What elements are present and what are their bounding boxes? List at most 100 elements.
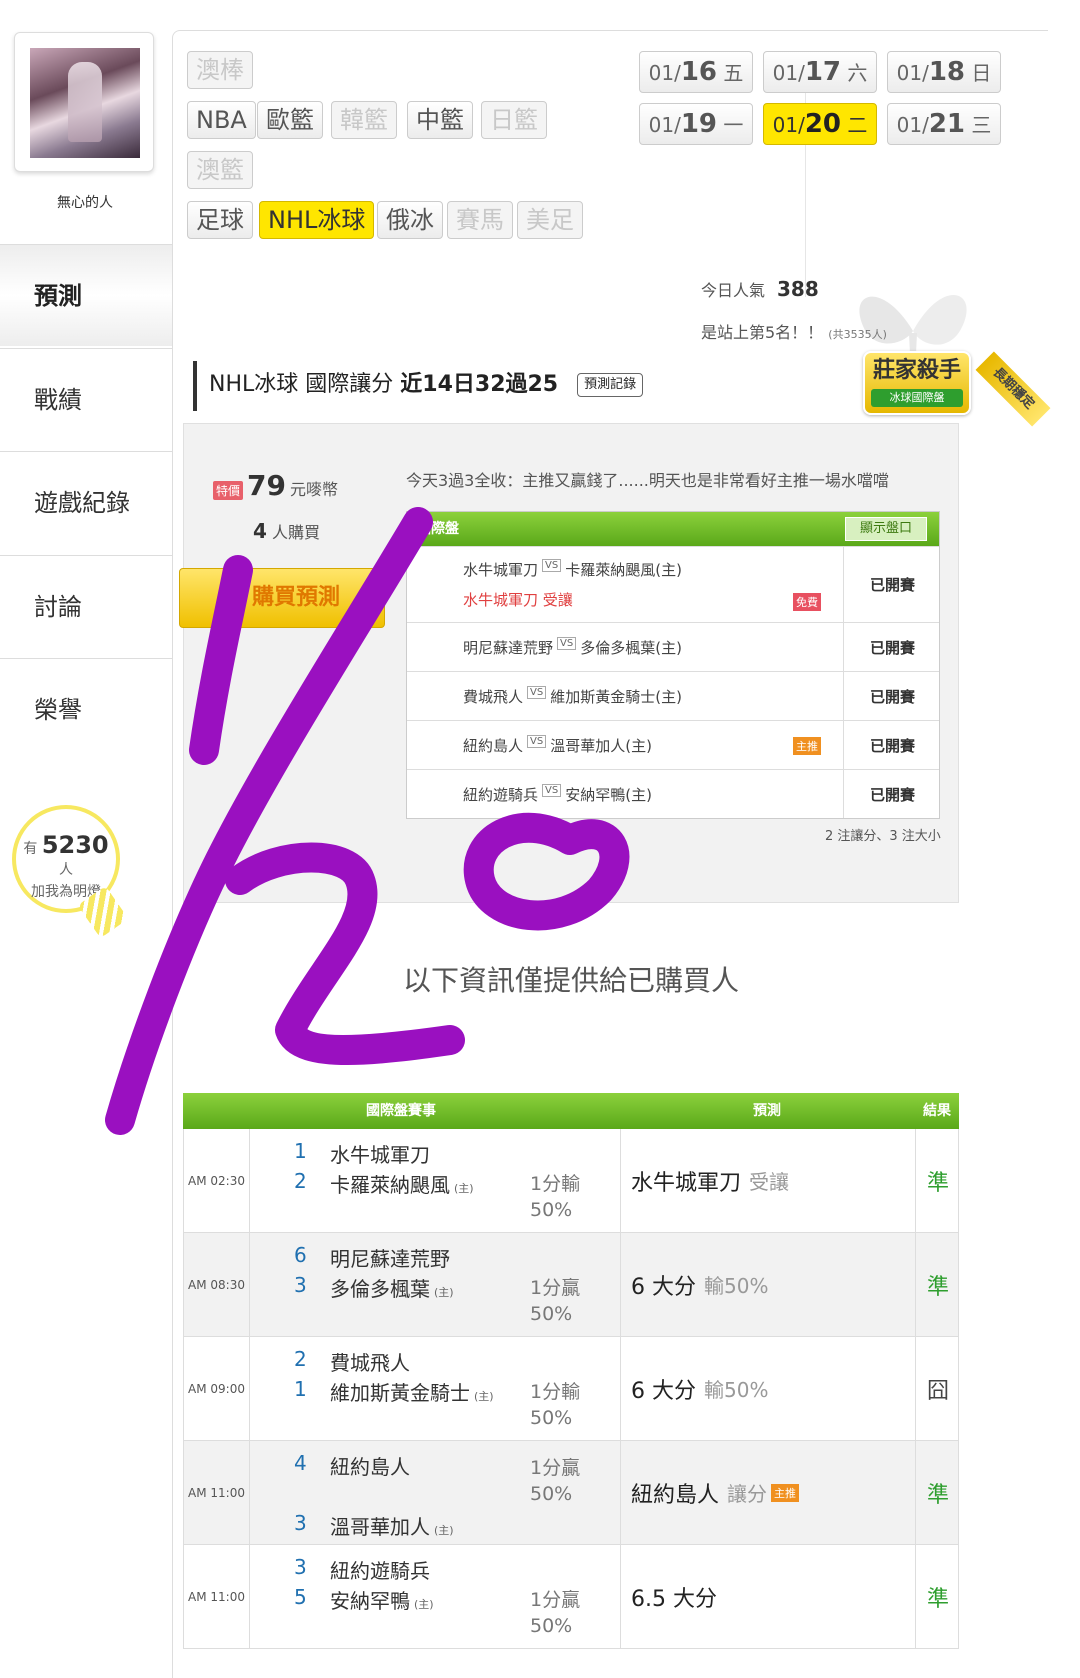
sport-nba[interactable]: NBA — [187, 101, 256, 139]
sport-aus-basketball[interactable]: 澳籃 — [187, 151, 253, 189]
mini-table-header: 國際盤 顯示盤口 — [407, 512, 939, 546]
home-team: 安納罕鴨(主) — [565, 786, 652, 804]
odds-line-1: 1分贏 — [530, 1277, 581, 1299]
table-row: AM 02:30 1 水牛城軍刀 2 卡羅萊納颶風 (主) 1分輸 50% 水牛城軍… — [183, 1129, 959, 1233]
sidebar: 無心的人 預測 戰績 遊戲紀錄 討論 榮譽 有 5230 人 加我為明燈 — [0, 0, 175, 1678]
mini-row: 費城飛人 VS 維加斯黃金騎士(主) 已開賽 — [407, 671, 939, 720]
result: 囧 — [926, 1378, 949, 1404]
nav-discussion[interactable]: 討論 — [0, 555, 172, 657]
table-row: AM 09:00 2 費城飛人 1 維加斯黃金騎士 (主) 1分輸 50% 6 大分… — [183, 1337, 959, 1441]
sport-russian-hockey[interactable]: 俄冰 — [377, 201, 443, 239]
results-table-header: 國際盤賽事 預測 結果 — [183, 1093, 959, 1129]
date-dow: 三 — [971, 113, 992, 137]
free-pick: 水牛城軍刀 受讓 — [463, 591, 573, 609]
result: 準 — [926, 1274, 949, 1300]
bulb-prefix: 有 — [23, 841, 38, 857]
match-status: 已開賽 — [843, 770, 941, 818]
result: 準 — [926, 1170, 949, 1196]
team-number: 1 — [294, 1377, 307, 1401]
username[interactable]: 無心的人 — [0, 192, 170, 212]
rank-total: (共3535人) — [828, 328, 887, 341]
prediction-sub: 輸50% — [704, 1378, 769, 1402]
odds-line: 1分贏 50% — [530, 1275, 580, 1327]
mini-row: 紐約遊騎兵 VS 安納罕鴨(主) 已開賽 — [407, 769, 939, 818]
date-md: 01/ — [772, 61, 805, 85]
nav-predict[interactable]: 預測 — [0, 244, 172, 346]
odds-line-2: 50% — [530, 1199, 573, 1221]
mini-row: 水牛城軍刀 VS 卡羅萊納颶風(主) 水牛城軍刀 受讓 免費 已開賽 — [407, 546, 939, 622]
follower-count: 5230 — [41, 831, 109, 859]
popularity-value: 388 — [777, 277, 819, 301]
show-odds-button[interactable]: 顯示盤口 — [844, 517, 927, 541]
avatar[interactable] — [30, 48, 140, 158]
prediction-sub: 受讓 — [749, 1170, 790, 1194]
sport-japan-basketball[interactable]: 日籃 — [481, 101, 547, 139]
team-number: 1 — [294, 1139, 307, 1163]
date-0120[interactable]: 01/20 二 — [763, 103, 877, 145]
match-time: AM 09:00 — [184, 1337, 250, 1440]
team-number: 2 — [294, 1169, 307, 1193]
vs-icon: VS — [542, 559, 562, 572]
vs-icon: VS — [542, 784, 562, 797]
home-tag: (主) — [434, 1286, 454, 1299]
sport-american-football[interactable]: 美足 — [517, 201, 583, 239]
odds-line-2: 50% — [530, 1483, 573, 1505]
sport-korea-basketball[interactable]: 韓籃 — [331, 101, 397, 139]
date-md: 01/ — [648, 61, 681, 85]
sport-nhl[interactable]: NHL冰球 — [259, 201, 375, 239]
sport-euro-basketball[interactable]: 歐籃 — [257, 101, 323, 139]
nav-record[interactable]: 戰績 — [0, 348, 172, 450]
buy-prediction-button[interactable]: 購買預測 — [179, 568, 385, 628]
mini-match: 費城飛人 VS 維加斯黃金騎士(主) — [463, 686, 682, 707]
nav-game-log[interactable]: 遊戲紀錄 — [0, 451, 172, 553]
date-0119[interactable]: 01/19 一 — [639, 103, 753, 145]
date-0121[interactable]: 01/21 三 — [887, 103, 1001, 145]
sport-horse-racing[interactable]: 賽馬 — [447, 201, 513, 239]
bet-summary: 2 注讓分、3 注大小 — [825, 829, 941, 844]
special-tag: 特價 — [213, 481, 244, 500]
date-md: 01/ — [648, 113, 681, 137]
popularity: 今日人氣 388 — [701, 277, 819, 301]
date-0116[interactable]: 01/16 五 — [639, 51, 753, 93]
away-team: 費城飛人 — [463, 688, 524, 706]
team-number: 3 — [294, 1511, 307, 1535]
odds-line-1: 1分輸 — [530, 1381, 581, 1403]
odds-line-1: 1分贏 — [530, 1457, 581, 1479]
nav-honor[interactable]: 榮譽 — [0, 658, 172, 760]
section-title: NHL冰球 國際讓分 近14日32過25 預測記錄 — [193, 361, 644, 411]
sport-china-basketball[interactable]: 中籃 — [407, 101, 473, 139]
prediction: 6.5 大分 — [620, 1545, 916, 1648]
prediction-sub: 輸50% — [704, 1274, 769, 1298]
odds-line-2: 50% — [530, 1615, 573, 1637]
date-md: 01/ — [896, 113, 929, 137]
prediction-record-button[interactable]: 預測記錄 — [577, 373, 644, 397]
sport-aus-baseball[interactable]: 澳棒 — [187, 51, 253, 89]
prediction-sub: 讓分 — [727, 1482, 768, 1506]
home-tag: (主) — [414, 1598, 434, 1611]
team-number: 6 — [294, 1243, 307, 1267]
results-table: 國際盤賽事 預測 結果 AM 02:30 1 水牛城軍刀 2 卡羅萊納颶風 (主)… — [183, 1093, 959, 1649]
away-team: 紐約遊騎兵 — [463, 786, 539, 804]
header-result: 結果 — [923, 1103, 951, 1119]
match-status: 已開賽 — [843, 672, 941, 720]
date-0117[interactable]: 01/17 六 — [763, 51, 877, 93]
away-team: 紐約遊騎兵 — [330, 1559, 430, 1583]
sport-soccer[interactable]: 足球 — [187, 201, 253, 239]
rank: 是站上第5名！！ (共3535人) — [701, 319, 887, 343]
date-md: 01/ — [896, 61, 929, 85]
prediction-text: 水牛城軍刀 — [631, 1170, 742, 1196]
avatar-frame[interactable] — [14, 32, 154, 172]
odds-line-1: 1分贏 — [530, 1589, 581, 1611]
home-team-name: 多倫多楓葉 — [330, 1277, 430, 1301]
header-prediction: 預測 — [753, 1103, 781, 1119]
prediction: 6 大分 輸50% — [620, 1337, 916, 1440]
mini-match: 紐約遊騎兵 VS 安納罕鴨(主) — [463, 784, 652, 805]
bulb-suffix: 人 — [59, 862, 73, 878]
odds-line-2: 50% — [530, 1407, 573, 1429]
odds-line: 1分贏 50% — [530, 1587, 580, 1639]
buyers-label: 人購買 — [272, 523, 321, 542]
date-0118[interactable]: 01/18 日 — [887, 51, 1001, 93]
mini-row: 紐約島人 VS 溫哥華加人(主) 主推 已開賽 — [407, 720, 939, 769]
main-pick-tag: 主推 — [793, 737, 821, 755]
date-day: 21 — [928, 109, 965, 139]
